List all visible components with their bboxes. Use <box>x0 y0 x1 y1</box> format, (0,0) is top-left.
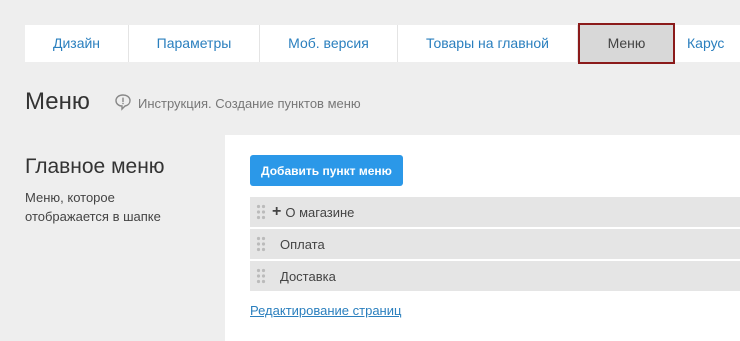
tab-parameters[interactable]: Параметры <box>129 25 260 62</box>
plus-icon[interactable]: + <box>272 203 281 221</box>
add-menu-item-button[interactable]: Добавить пункт меню <box>250 155 403 186</box>
tab-menu[interactable]: Меню <box>578 23 675 64</box>
menu-panel: Добавить пункт меню + О магазине Оплата … <box>225 135 740 341</box>
menu-item[interactable]: Оплата <box>250 229 740 259</box>
menu-item-label: Доставка <box>280 268 336 284</box>
drag-handle-icon[interactable] <box>250 236 272 252</box>
drag-handle-icon[interactable] <box>250 268 272 284</box>
speech-bubble-icon <box>114 93 138 114</box>
tab-mobile-version[interactable]: Моб. версия <box>260 25 398 62</box>
tab-design[interactable]: Дизайн <box>25 25 129 62</box>
tab-carousel[interactable]: Карус <box>675 25 740 62</box>
menu-item-label: Оплата <box>280 236 325 252</box>
menu-item[interactable]: + О магазине <box>250 197 740 227</box>
menu-item-label: О магазине <box>285 204 355 220</box>
settings-tabs: Дизайн Параметры Моб. версия Товары на г… <box>25 23 740 64</box>
page-title: Меню <box>25 88 90 115</box>
menu-items-list: + О магазине Оплата Доставка <box>250 197 740 293</box>
menu-item[interactable]: Доставка <box>250 261 740 291</box>
edit-pages-link[interactable]: Редактирование страниц <box>250 303 401 318</box>
section-description: Меню, которое отображается в шапке <box>25 190 161 224</box>
instruction-link[interactable]: Инструкция. Создание пунктов меню <box>114 93 361 114</box>
section-title: Главное меню <box>25 155 165 178</box>
drag-handle-icon[interactable] <box>250 204 272 220</box>
tab-home-products[interactable]: Товары на главной <box>398 25 578 62</box>
instruction-text: Инструкция. Создание пунктов меню <box>138 96 361 111</box>
